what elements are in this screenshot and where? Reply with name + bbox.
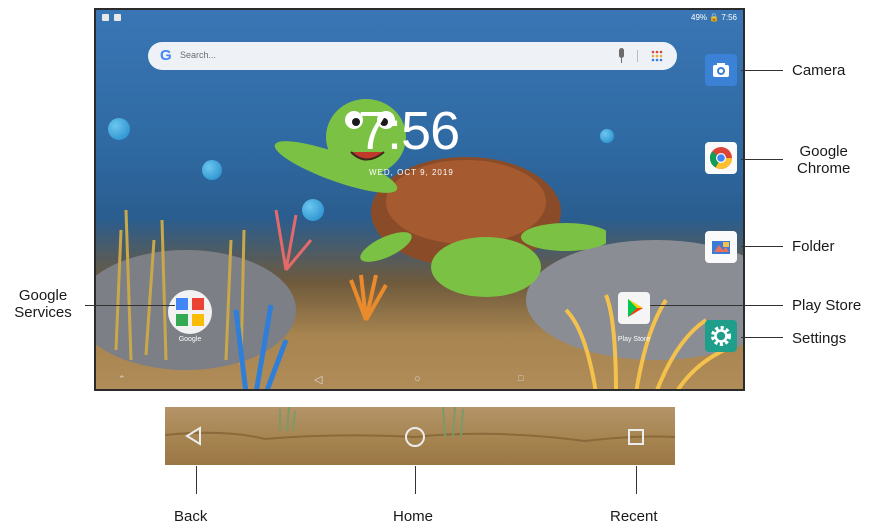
chrome-label-line2: Chrome (797, 160, 851, 177)
settings-label: Settings (792, 330, 847, 347)
chrome-app[interactable] (705, 142, 737, 174)
home-clock[interactable]: 7:56 (358, 100, 460, 162)
bubble-decor (108, 118, 130, 140)
google-services-line2: Services (14, 304, 72, 321)
screen-nav-bar: ⌃ ◁ ○ □ (96, 370, 743, 389)
home-callout-line (415, 466, 416, 494)
camera-callout-line (741, 70, 783, 71)
recent-callout-line (636, 466, 637, 494)
mic-icon[interactable] (618, 48, 625, 64)
play-store-app[interactable] (618, 292, 650, 324)
google-callout-line (85, 305, 175, 306)
app-grid-icon[interactable] (651, 50, 663, 62)
recent-square-icon[interactable]: □ (518, 373, 523, 383)
recent-label: Recent (610, 508, 658, 525)
settings-callout-line (741, 337, 783, 338)
back-triangle-icon[interactable]: ◁ (314, 373, 322, 386)
gear-icon (711, 326, 731, 346)
play-store-label: Play Store (617, 336, 651, 343)
home-circle-icon[interactable] (404, 426, 426, 448)
play-store-icon (628, 299, 643, 317)
folder-label: Folder (792, 238, 835, 255)
back-label: Back (174, 508, 208, 525)
home-circle-icon[interactable]: ○ (414, 373, 421, 385)
google-folder-label: Google (178, 336, 202, 343)
settings-app[interactable] (705, 320, 737, 352)
play-store-callout-line (650, 305, 783, 306)
google-services-folder[interactable] (168, 290, 212, 334)
search-placeholder: Search... (180, 50, 217, 60)
google-services-label: Google Services (4, 287, 82, 321)
folder-icon (712, 241, 730, 254)
chrome-label-line1: Google (799, 143, 848, 160)
search-bar[interactable]: G Search... (148, 42, 677, 70)
camera-label: Camera (792, 62, 846, 79)
back-callout-line (196, 466, 197, 494)
camera-icon (713, 63, 729, 77)
home-date: WED, OCT 9, 2019 (369, 168, 454, 177)
chrome-label: Google Chrome (797, 143, 850, 177)
maps-icon (176, 314, 188, 326)
status-bar: 49% 🔒 7:56 (96, 10, 743, 26)
recent-square-icon[interactable] (627, 428, 645, 446)
chrome-callout-line (741, 159, 783, 160)
google-app-icon (176, 298, 188, 310)
google-services-line1: Google (18, 287, 68, 304)
folder-callout-line (741, 246, 783, 247)
tablet-screen: 49% 🔒 7:56 G Search... 7:56 WED, OCT 9, … (94, 8, 745, 391)
youtube-icon (192, 298, 204, 310)
search-divider (637, 50, 638, 62)
nav-bar-zoom (165, 407, 675, 465)
notification-icon (102, 14, 109, 21)
chevron-up-icon[interactable]: ⌃ (118, 374, 126, 385)
back-triangle-icon[interactable] (184, 426, 204, 446)
google-logo: G (160, 47, 172, 64)
play-store-callout-label: Play Store (792, 297, 862, 314)
folder-app[interactable] (705, 231, 737, 263)
chrome-icon (709, 147, 732, 169)
seabed-decor (114, 209, 737, 389)
status-text: 49% 🔒 7:56 (691, 13, 737, 22)
home-label: Home (393, 508, 434, 525)
image-icon (114, 14, 121, 21)
photos-icon (192, 314, 204, 326)
camera-app[interactable] (705, 54, 737, 86)
